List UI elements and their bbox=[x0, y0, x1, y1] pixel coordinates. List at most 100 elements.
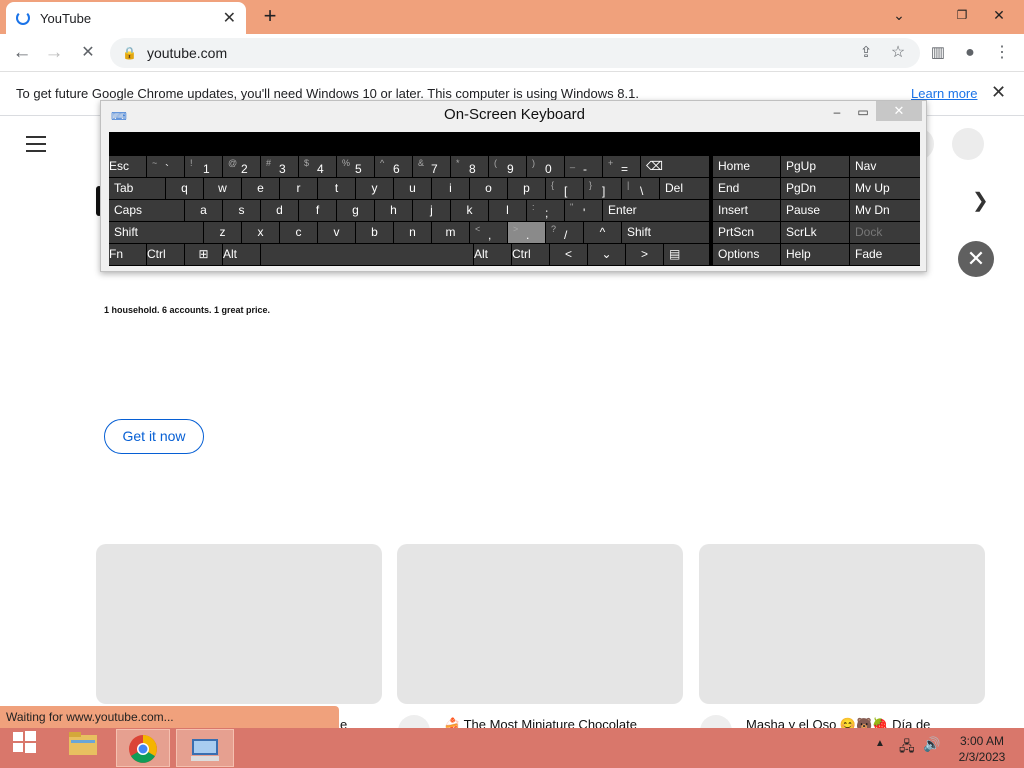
osk-key[interactable]: m bbox=[432, 222, 469, 243]
osk-key[interactable]: PrtScn bbox=[713, 222, 780, 243]
osk-key[interactable]: ^ 6 bbox=[375, 156, 412, 177]
osk-key[interactable]: s bbox=[223, 200, 260, 221]
osk-key[interactable]: ! 1 bbox=[185, 156, 222, 177]
osk-key[interactable]: % 5 bbox=[337, 156, 374, 177]
osk-taskbar-icon[interactable] bbox=[176, 729, 234, 767]
osk-key[interactable]: Enter bbox=[603, 200, 709, 221]
tab-close-icon[interactable]: ✕ bbox=[223, 8, 236, 28]
osk-key[interactable]: Shift bbox=[109, 222, 203, 243]
chevron-right-icon[interactable]: ❯ bbox=[972, 188, 989, 213]
osk-key[interactable]: >. bbox=[508, 222, 545, 243]
forward-arrow-icon[interactable]: → bbox=[40, 40, 68, 66]
close-window-button[interactable]: ✕ bbox=[982, 0, 1016, 30]
osk-key[interactable]: < bbox=[550, 244, 587, 265]
osk-key[interactable]: @2 bbox=[223, 156, 260, 177]
osk-key[interactable]: ) 0 bbox=[527, 156, 564, 177]
bookmark-star-icon[interactable]: ☆ bbox=[884, 40, 912, 66]
osk-key[interactable]: Help bbox=[781, 244, 849, 265]
osk-maximize-button[interactable]: ▭ bbox=[849, 103, 877, 121]
osk-key[interactable]: Ctrl bbox=[147, 244, 184, 265]
start-button[interactable] bbox=[0, 729, 48, 767]
osk-key[interactable]: & 7 bbox=[413, 156, 450, 177]
clock[interactable]: 3:00 AM 2/3/2023 bbox=[952, 733, 1012, 765]
osk-key[interactable]: Mv Up bbox=[850, 178, 920, 199]
osk-key[interactable]: f bbox=[299, 200, 336, 221]
osk-key[interactable]: Shift bbox=[622, 222, 709, 243]
osk-key[interactable]: Ctrl bbox=[512, 244, 549, 265]
infobar-close-icon[interactable]: ✕ bbox=[991, 82, 1006, 103]
osk-key[interactable]: " ' bbox=[565, 200, 602, 221]
osk-key[interactable]: Esc bbox=[109, 156, 146, 177]
osk-key[interactable]: ⊞ bbox=[185, 244, 222, 265]
osk-key[interactable]: <, bbox=[470, 222, 507, 243]
tab-search-icon[interactable]: ⌄ bbox=[882, 0, 916, 30]
osk-minimize-button[interactable]: ‒ bbox=[823, 103, 851, 121]
osk-key[interactable]: j bbox=[413, 200, 450, 221]
osk-key[interactable]: o bbox=[470, 178, 507, 199]
osk-key[interactable]: Options bbox=[713, 244, 780, 265]
osk-key[interactable] bbox=[261, 244, 473, 265]
osk-key[interactable]: b bbox=[356, 222, 393, 243]
osk-close-button[interactable]: ✕ bbox=[876, 101, 922, 121]
osk-key[interactable]: ? / bbox=[546, 222, 583, 243]
osk-key[interactable]: d bbox=[261, 200, 298, 221]
osk-key[interactable]: x bbox=[242, 222, 279, 243]
osk-key[interactable]: z bbox=[204, 222, 241, 243]
osk-key[interactable]: (9 bbox=[489, 156, 526, 177]
side-panel-icon[interactable]: ▥ bbox=[924, 40, 952, 66]
osk-key[interactable]: PgUp bbox=[781, 156, 849, 177]
osk-key[interactable]: Fn bbox=[109, 244, 146, 265]
osk-key[interactable]: i bbox=[432, 178, 469, 199]
osk-key[interactable]: q bbox=[166, 178, 203, 199]
osk-key[interactable]: g bbox=[337, 200, 374, 221]
learn-more-link[interactable]: Learn more bbox=[911, 86, 977, 101]
osk-key[interactable]: w bbox=[204, 178, 241, 199]
osk-key[interactable]: Insert bbox=[713, 200, 780, 221]
osk-key[interactable]: p bbox=[508, 178, 545, 199]
osk-key[interactable]: Pause bbox=[781, 200, 849, 221]
osk-key[interactable]: k bbox=[451, 200, 488, 221]
osk-key[interactable]: $4 bbox=[299, 156, 336, 177]
osk-key[interactable]: * 8 bbox=[451, 156, 488, 177]
osk-key[interactable]: Alt bbox=[474, 244, 511, 265]
osk-key[interactable]: y bbox=[356, 178, 393, 199]
osk-key[interactable]: e bbox=[242, 178, 279, 199]
new-tab-button[interactable]: + bbox=[258, 5, 282, 29]
osk-key[interactable]: ⌄ bbox=[588, 244, 625, 265]
osk-key[interactable]: Tab bbox=[109, 178, 165, 199]
osk-key[interactable]: PgDn bbox=[781, 178, 849, 199]
osk-key[interactable]: a bbox=[185, 200, 222, 221]
hamburger-menu-icon[interactable] bbox=[26, 136, 46, 152]
stop-loading-icon[interactable]: ✕ bbox=[74, 40, 102, 66]
back-arrow-icon[interactable]: ← bbox=[8, 40, 36, 66]
osk-key[interactable]: ~ ` bbox=[147, 156, 184, 177]
video-thumbnail[interactable] bbox=[96, 544, 382, 704]
osk-key[interactable]: _ - bbox=[565, 156, 602, 177]
chrome-taskbar-icon[interactable] bbox=[116, 729, 170, 767]
osk-key[interactable]: #3 bbox=[261, 156, 298, 177]
video-thumbnail[interactable] bbox=[397, 544, 683, 704]
osk-key[interactable]: Nav bbox=[850, 156, 920, 177]
osk-key[interactable]: l bbox=[489, 200, 526, 221]
get-it-now-button[interactable]: Get it now bbox=[104, 419, 204, 454]
osk-key[interactable]: Mv Dn bbox=[850, 200, 920, 221]
osk-key[interactable]: h bbox=[375, 200, 412, 221]
osk-key[interactable]: c bbox=[280, 222, 317, 243]
osk-key[interactable]: ScrLk bbox=[781, 222, 849, 243]
osk-key[interactable]: v bbox=[318, 222, 355, 243]
osk-key[interactable]: ^ bbox=[584, 222, 621, 243]
osk-key[interactable]: | \ bbox=[622, 178, 659, 199]
file-explorer-icon[interactable] bbox=[58, 729, 108, 767]
osk-key[interactable]: + = bbox=[603, 156, 640, 177]
osk-key[interactable]: {[ bbox=[546, 178, 583, 199]
osk-key[interactable]: End bbox=[713, 178, 780, 199]
osk-key[interactable]: ▤ bbox=[664, 244, 709, 265]
osk-key[interactable]: }] bbox=[584, 178, 621, 199]
tray-chevron-up-icon[interactable]: ▲ bbox=[875, 738, 885, 749]
network-icon[interactable]: 🖧 bbox=[899, 736, 915, 760]
osk-key[interactable]: t bbox=[318, 178, 355, 199]
osk-key[interactable]: n bbox=[394, 222, 431, 243]
osk-key[interactable]: u bbox=[394, 178, 431, 199]
osk-key[interactable]: > bbox=[626, 244, 663, 265]
osk-key[interactable]: Del bbox=[660, 178, 709, 199]
